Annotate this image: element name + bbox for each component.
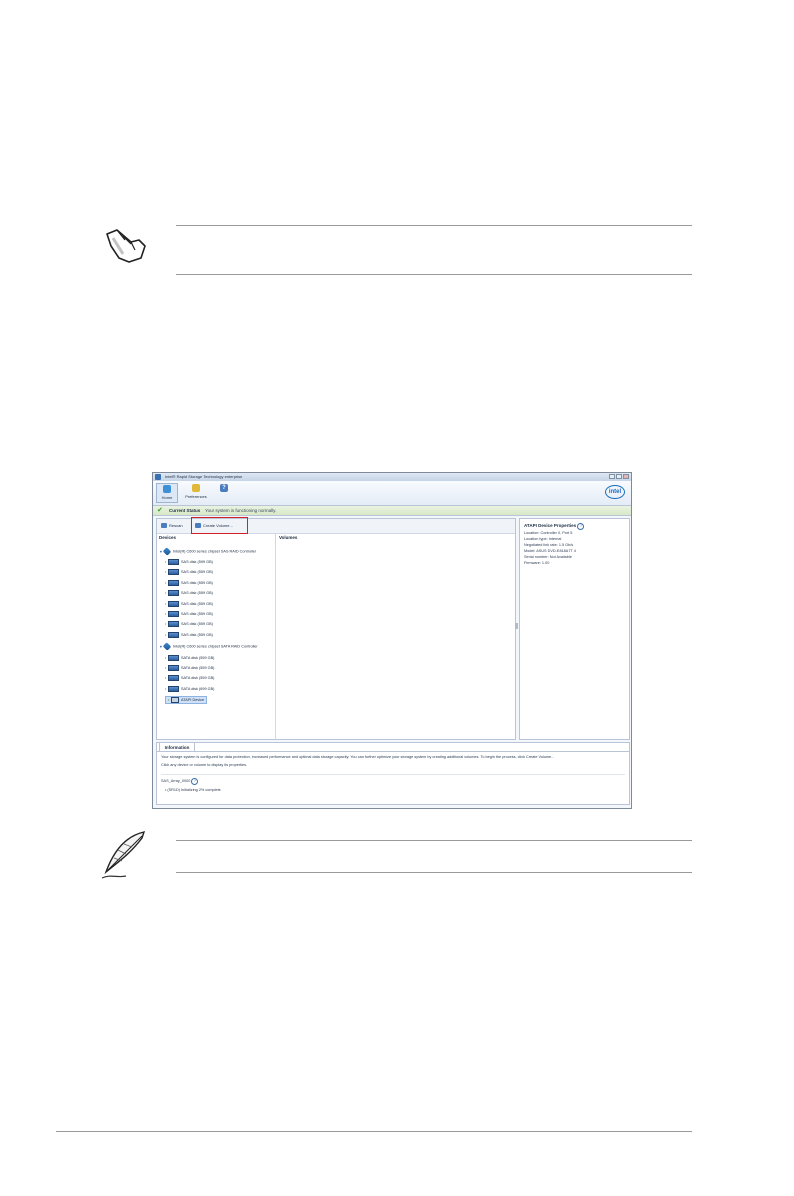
note2-top-rule [176,840,692,841]
array-name: SAS_Array_0000 ? [161,778,199,785]
disk-icon [168,665,179,671]
information-text: Your storage system is configured for da… [161,755,555,759]
status-title: Current Status [169,508,201,513]
sas-controller-node[interactable]: ▼ Intel(R) C600 series chipset SAS RAID C… [159,547,256,556]
maximize-button[interactable] [616,474,622,479]
disk-icon [168,580,179,586]
quill-pen-icon [101,831,146,879]
volumes-header: Volumes [279,535,298,540]
close-button[interactable] [623,474,629,479]
irst-window: Intel® Rapid Storage Technology enterpri… [152,472,632,809]
window-title: Intel® Rapid Storage Technology enterpri… [165,474,243,479]
home-icon [163,485,171,493]
home-button[interactable]: Home [156,483,178,503]
sata-controller-node[interactable]: ▼ Intel(R) C600 series chipset SATA RAID … [159,642,258,651]
status-message: Your system is functioning normally. [205,508,277,513]
help-button[interactable]: ? [217,483,231,503]
note-top-rule [176,225,692,226]
disk-icon [168,655,179,661]
create-volume-highlight [191,517,248,534]
information-hint: Click any device or volume to display it… [161,763,248,767]
devices-volumes-pane: Rescan Create Volume... Devices Volumes … [156,517,516,740]
disk-icon [168,569,179,575]
controller-icon [162,547,172,556]
information-divider [161,774,625,775]
devices-header: Devices [159,535,177,540]
home-label: Home [161,495,173,500]
rescan-icon [161,523,167,529]
help-icon: ? [220,484,228,492]
hand-icon [106,229,146,263]
disk-icon [168,632,179,638]
help-icon[interactable]: ? [191,778,199,785]
app-icon [155,474,161,480]
checkmark-icon: ✔ [157,507,163,514]
disk-icon [168,621,179,627]
property-line: Location: Controller 0, Port 5 [524,531,573,535]
controller-icon [162,642,172,651]
intel-logo: intel [605,485,625,499]
information-panel: Information Your storage system is confi… [156,742,630,805]
disk-icon [168,686,179,692]
tree-disk-item[interactable]: • SAS disk (559 GB) [165,611,213,617]
tree-disk-item[interactable]: • SATA disk (559 GB) [165,675,214,681]
note2-bottom-rule [176,872,692,873]
pane-splitter[interactable] [515,623,518,629]
current-status-bar: ✔ Current Status Your system is function… [153,506,631,516]
property-line: Location type: Internal [524,537,562,541]
preferences-label: Preferences [185,494,207,499]
title-bar: Intel® Rapid Storage Technology enterpri… [153,473,631,481]
disk-icon [168,590,179,596]
tree-disk-item[interactable]: • SATA disk (559 GB) [165,655,214,661]
minimize-button[interactable] [609,474,615,479]
tab-strip-divider [157,751,629,752]
toolbar: Home Preferences ? intel [153,481,631,506]
properties-pane: ATAPI Device Properties ? Location: Cont… [519,518,630,740]
tree-disk-item[interactable]: • SATA disk (559 GB) [165,665,214,671]
action-bar: Rescan Create Volume... [157,517,515,534]
tree-disk-item[interactable]: • SAS disk (559 GB) [165,601,213,607]
rescan-label: Rescan [169,523,183,528]
note-bottom-rule [176,274,692,275]
volume-status[interactable]: • (SR1D) Initializing 2% complete [165,788,221,792]
disk-icon [168,675,179,681]
help-icon[interactable]: ? [577,523,585,530]
tree-disk-item[interactable]: • SAS disk (559 GB) [165,590,213,596]
column-divider [275,534,276,739]
property-line: Serial number: Not Available [524,555,572,559]
footer-rule [56,1131,692,1132]
tree-disk-item[interactable]: • SAS disk (599 GB) [165,559,213,565]
rescan-button[interactable]: Rescan [161,522,183,530]
atapi-device-item[interactable]: • ATAPI Device [165,696,208,704]
tree-disk-item[interactable]: • SAS disk (559 GB) [165,621,213,627]
preferences-button[interactable]: Preferences [183,483,209,503]
tree-disk-item[interactable]: • SAS disk (559 GB) [165,632,213,638]
disk-icon [168,601,179,607]
tree-disk-item[interactable]: • SAS disk (559 GB) [165,569,213,575]
disk-icon [168,559,179,565]
preferences-icon [192,484,200,492]
disk-icon [168,611,179,617]
property-line: Negotiated link rate: 1.5 Gb/s [524,543,574,547]
optical-drive-icon [171,697,179,703]
property-line: Model: ASUS DVD-E818A7T 4 [524,549,576,553]
properties-title: ATAPI Device Properties ? [524,523,585,530]
tree-disk-item[interactable]: • SATA disk (699 GB) [165,686,214,692]
property-line: Firmware: 1.00 [524,561,550,565]
tree-disk-item[interactable]: • SAS disk (559 GB) [165,580,213,586]
